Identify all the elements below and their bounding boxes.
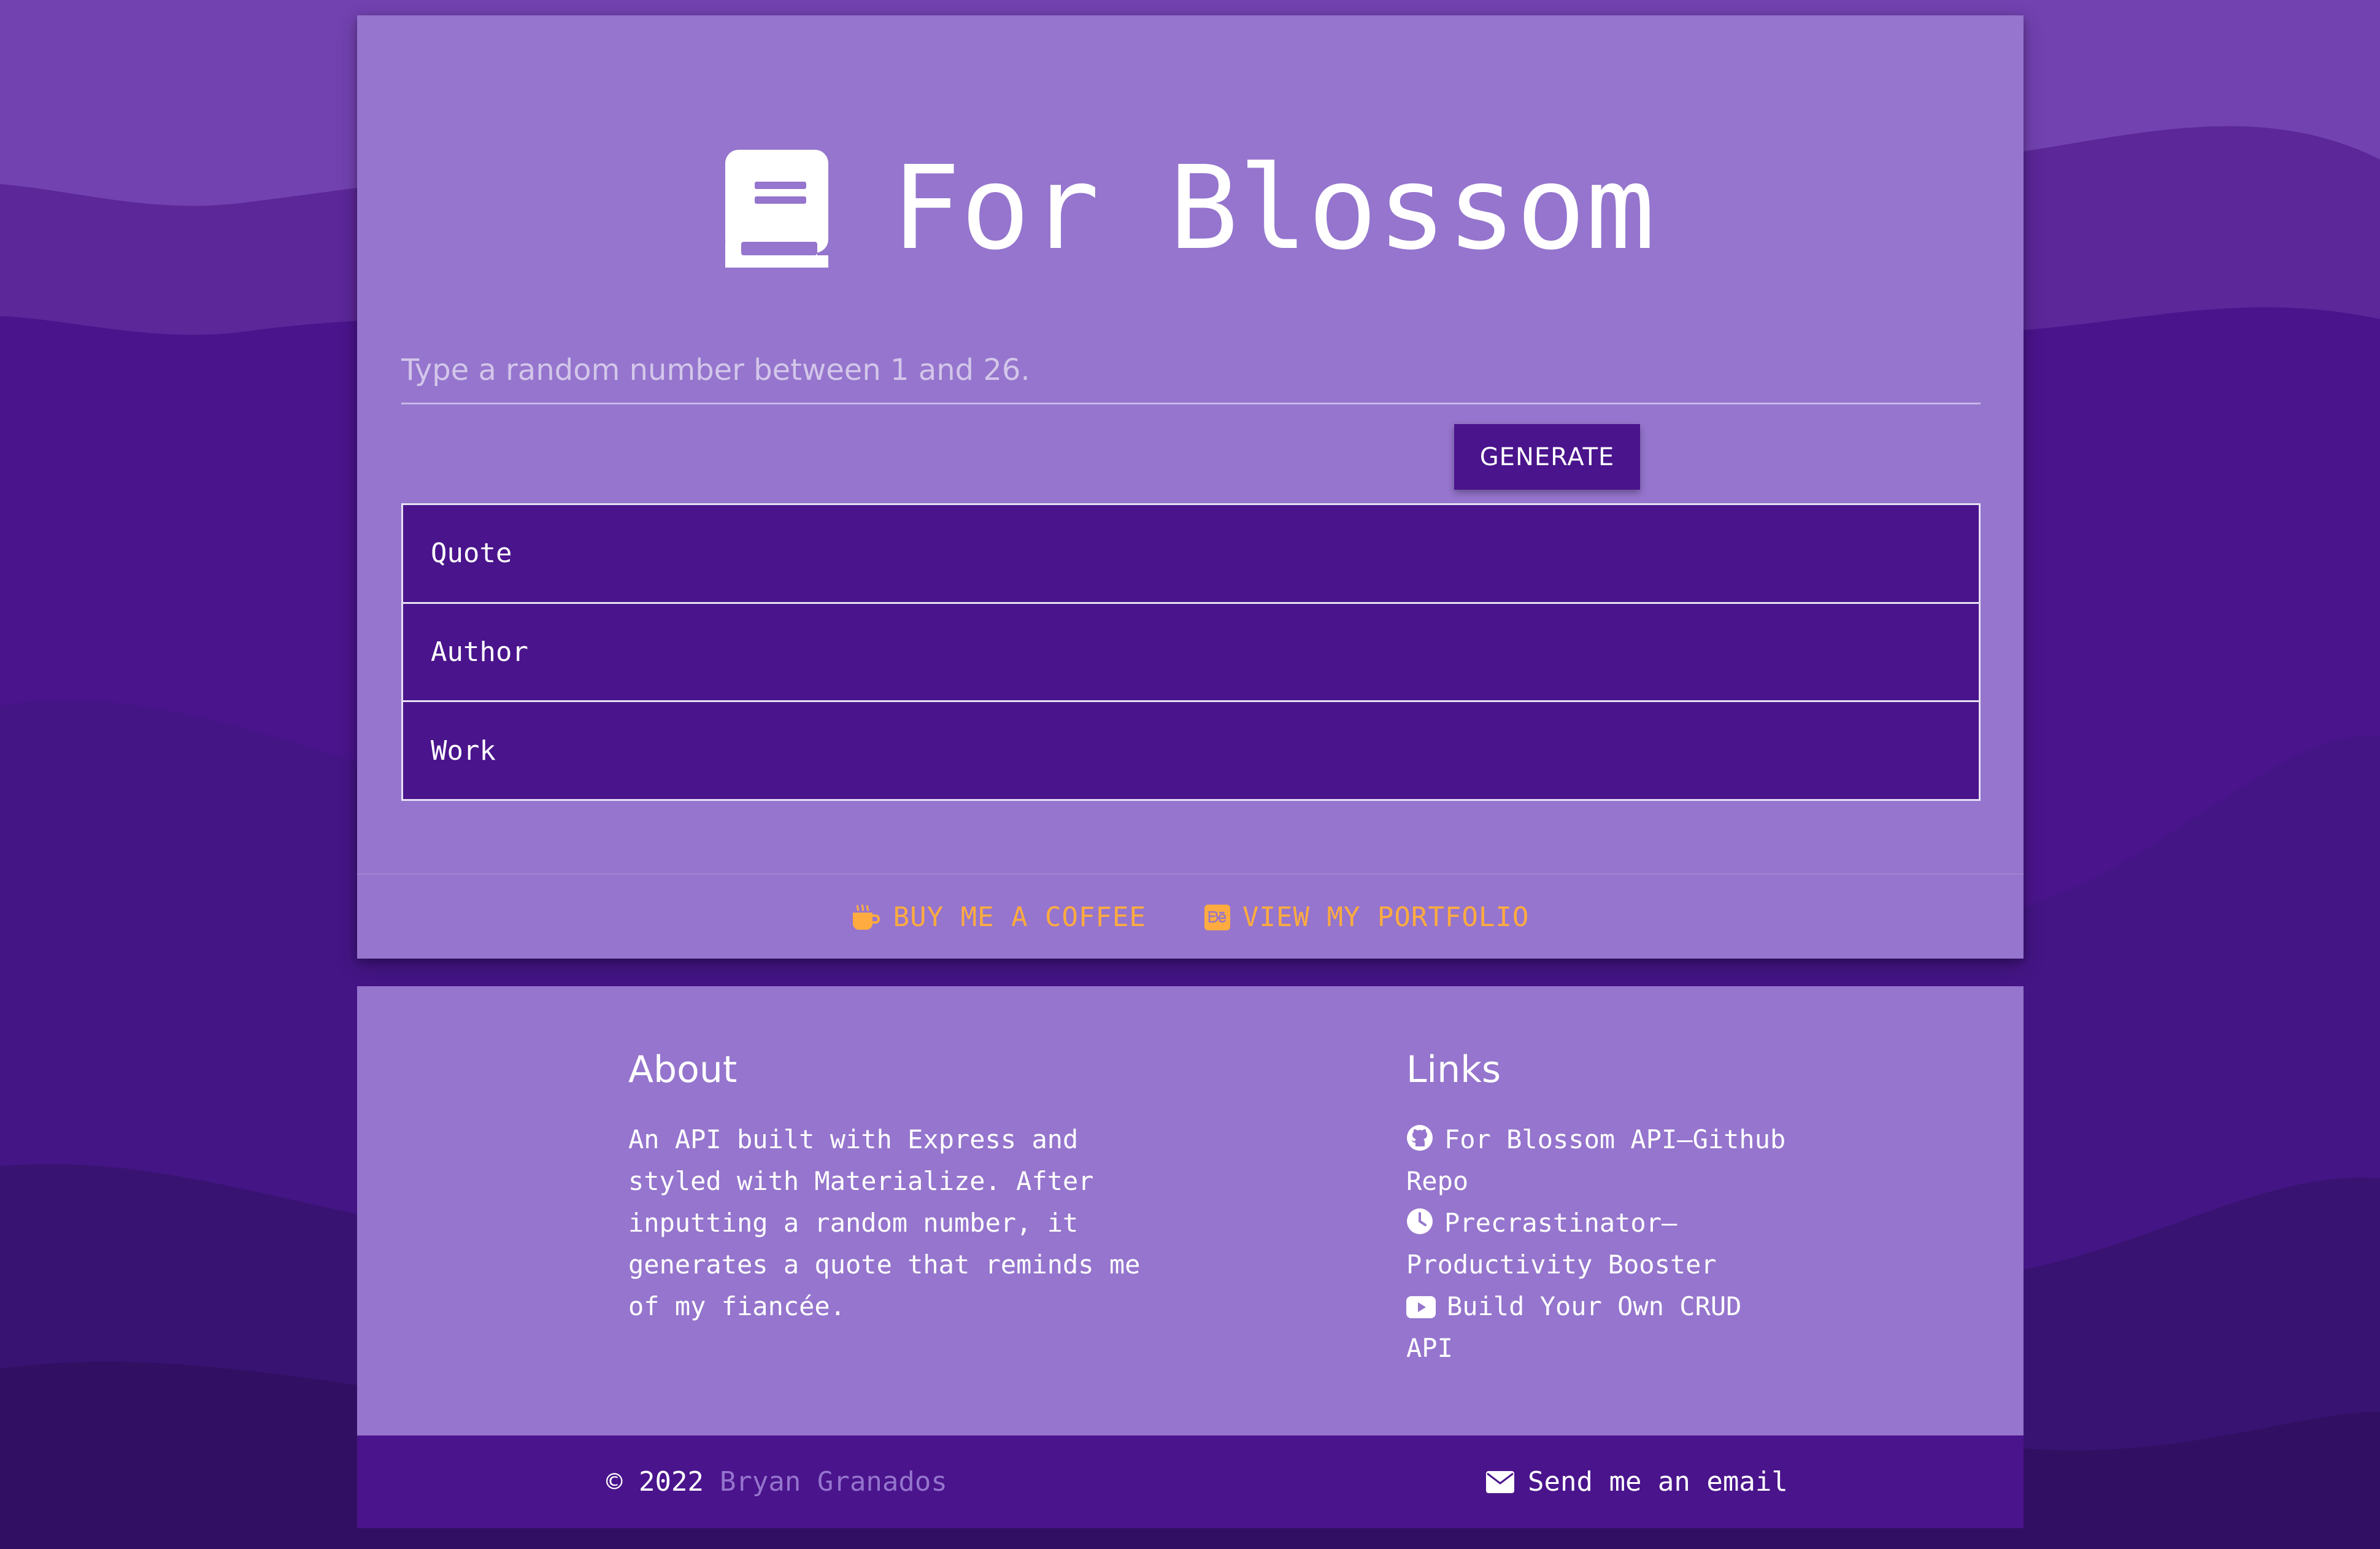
youtube-icon: [1406, 1296, 1436, 1318]
link-crud-api[interactable]: Build Your Own CRUD API: [1406, 1286, 1799, 1369]
link-crud-api-label: Build Your Own CRUD API: [1406, 1291, 1742, 1363]
author-field: Author: [403, 604, 1979, 703]
buy-coffee-link[interactable]: BUY ME A COFFEE: [852, 902, 1146, 933]
email-link[interactable]: Send me an email: [1486, 1435, 1788, 1528]
quote-generator-card: For Blossom GENERATE Quote Author Work B…: [357, 15, 2024, 959]
page-footer: About An API built with Express and styl…: [357, 986, 2024, 1528]
email-label: Send me an email: [1528, 1466, 1788, 1497]
author-link[interactable]: Bryan Granados: [720, 1466, 947, 1497]
results-list: Quote Author Work: [401, 503, 1981, 801]
links-section: Links For Blossom API—Github Repo Precra…: [1406, 1048, 1799, 1369]
work-field: Work: [431, 735, 496, 767]
view-portfolio-label: VIEW MY PORTFOLIO: [1242, 902, 1530, 933]
link-github-repo[interactable]: For Blossom API—Github Repo: [1406, 1119, 1799, 1202]
behance-icon: [1204, 904, 1230, 930]
link-precrastinator-label: Precrastinator—Productivity Booster: [1406, 1208, 1717, 1280]
coffee-icon: [852, 903, 880, 930]
copyright-text: © 2022 Bryan Granados: [606, 1435, 947, 1528]
about-heading: About: [628, 1048, 737, 1091]
links-list: For Blossom API—Github Repo Precrastinat…: [1406, 1119, 1799, 1369]
page-title: For Blossom: [891, 141, 1655, 276]
generate-button[interactable]: GENERATE: [1454, 424, 1640, 490]
about-section: About An API built with Express and styl…: [628, 1048, 1168, 1327]
card-actions: BUY ME A COFFEE VIEW MY PORTFOLIO: [357, 873, 2024, 960]
copyright-bar: © 2022 Bryan Granados Send me an email: [357, 1435, 2024, 1528]
copyright-prefix: © 2022: [606, 1466, 704, 1497]
github-icon: [1407, 1125, 1433, 1151]
book-icon: [725, 150, 829, 268]
link-github-repo-label: For Blossom API—Github Repo: [1406, 1124, 1786, 1196]
clock-icon: [1407, 1208, 1433, 1234]
envelope-icon: [1486, 1470, 1514, 1493]
buy-coffee-label: BUY ME A COFFEE: [893, 902, 1146, 933]
title-row: For Blossom: [357, 132, 2024, 285]
quote-field: Quote: [403, 505, 1979, 604]
links-heading: Links: [1406, 1048, 1501, 1091]
link-precrastinator[interactable]: Precrastinator—Productivity Booster: [1406, 1202, 1799, 1286]
about-text: An API built with Express and styled wit…: [628, 1124, 1141, 1321]
view-portfolio-link[interactable]: VIEW MY PORTFOLIO: [1204, 902, 1529, 933]
number-input[interactable]: [401, 337, 1981, 404]
